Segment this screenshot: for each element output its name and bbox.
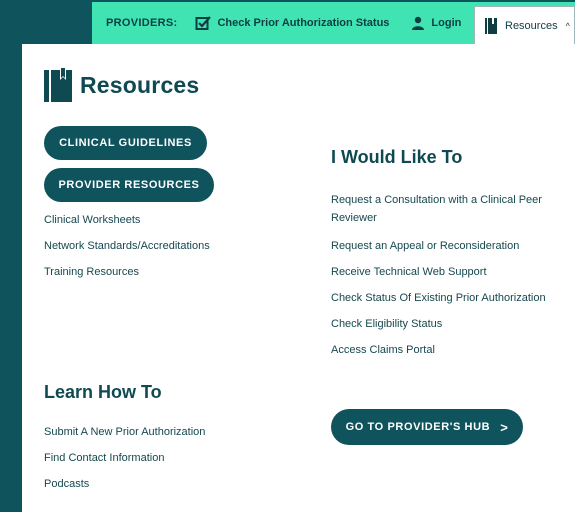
provider-top-nav: PROVIDERS: Check Prior Authorization Sta…: [92, 2, 575, 44]
chevron-up-icon: ^: [565, 20, 570, 31]
would-like-links: Request a Consultation with a Clinical P…: [331, 191, 571, 370]
panel-title: Resources: [44, 68, 199, 102]
podcasts-link[interactable]: Podcasts: [44, 478, 205, 504]
checkbox-check-icon: [195, 16, 212, 30]
resources-dropdown-panel: Resources CLINICAL GUIDELINES PROVIDER R…: [22, 44, 575, 512]
clinical-guidelines-button[interactable]: CLINICAL GUIDELINES: [44, 126, 207, 160]
training-resources-link[interactable]: Training Resources: [44, 266, 210, 292]
check-existing-prior-auth-link[interactable]: Check Status Of Existing Prior Authoriza…: [331, 292, 571, 305]
resources-tab[interactable]: Resources ^: [474, 6, 575, 44]
request-appeal-link[interactable]: Request an Appeal or Reconsideration: [331, 240, 571, 253]
access-claims-portal-link[interactable]: Access Claims Portal: [331, 344, 571, 357]
submit-prior-auth-link[interactable]: Submit A New Prior Authorization: [44, 426, 205, 452]
go-to-providers-hub-button[interactable]: GO TO PROVIDER'S HUB >: [331, 409, 523, 445]
learn-how-to-heading: Learn How To: [44, 382, 162, 402]
chevron-right-icon: >: [500, 419, 509, 435]
hub-button-label: GO TO PROVIDER'S HUB: [345, 421, 491, 433]
i-would-like-to-heading: I Would Like To: [331, 147, 463, 167]
check-prior-auth-status-link[interactable]: Check Prior Authorization Status: [195, 15, 389, 31]
learn-links: Submit A New Prior Authorization Find Co…: [44, 426, 205, 504]
provider-resources-button[interactable]: PROVIDER RESOURCES: [44, 168, 214, 202]
resource-links: Clinical Worksheets Network Standards/Ac…: [44, 214, 210, 292]
check-prior-auth-status-label: Check Prior Authorization Status: [217, 17, 390, 29]
clinical-worksheets-link[interactable]: Clinical Worksheets: [44, 214, 210, 240]
request-consultation-link[interactable]: Request a Consultation with a Clinical P…: [331, 191, 571, 227]
resources-tab-label: Resources: [505, 19, 558, 32]
login-label: Login: [431, 17, 462, 29]
technical-support-link[interactable]: Receive Technical Web Support: [331, 266, 571, 279]
login-link[interactable]: Login: [411, 16, 461, 30]
find-contact-info-link[interactable]: Find Contact Information: [44, 452, 205, 478]
book-icon: [44, 68, 72, 102]
user-icon: [412, 16, 425, 30]
page-title: Resources: [80, 71, 200, 98]
book-icon: [485, 17, 497, 34]
check-eligibility-link[interactable]: Check Eligibility Status: [331, 318, 571, 331]
providers-label: PROVIDERS:: [106, 17, 178, 29]
network-standards-link[interactable]: Network Standards/Accreditations: [44, 240, 210, 266]
